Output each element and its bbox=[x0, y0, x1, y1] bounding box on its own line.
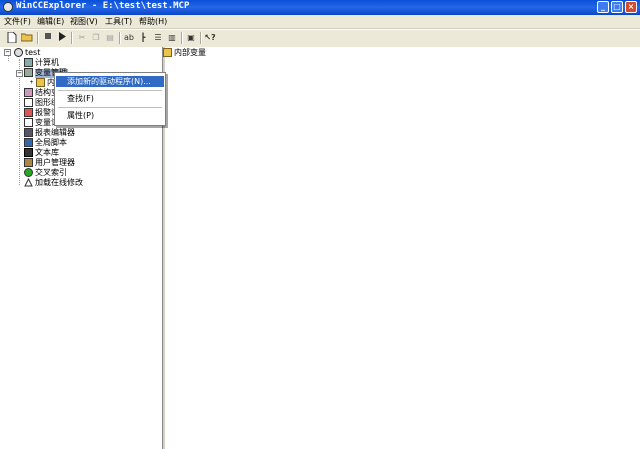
text-lib-icon bbox=[24, 148, 33, 157]
details-icon[interactable]: ▥ bbox=[166, 32, 178, 44]
user-icon bbox=[24, 158, 33, 167]
menu-bar: 文件(F) 编辑(E) 视图(V) 工具(T) 帮助(H) bbox=[0, 15, 640, 28]
tree-item-label: 报表编辑器 bbox=[35, 128, 75, 137]
tree-item-label: 用户管理器 bbox=[35, 158, 75, 167]
close-button[interactable]: × bbox=[625, 1, 637, 13]
context-menu: 添加新的驱动程序(N)... 查找(F) 属性(P) bbox=[54, 72, 166, 126]
tree-root-label: test bbox=[25, 48, 41, 57]
menu-edit[interactable]: 编辑(E) bbox=[37, 16, 64, 27]
new-icon[interactable] bbox=[6, 31, 18, 44]
copy-icon[interactable]: ❐ bbox=[90, 32, 102, 44]
menu-tools[interactable]: 工具(T) bbox=[105, 16, 132, 27]
script-icon bbox=[24, 138, 33, 147]
toolbar-separator bbox=[119, 32, 121, 44]
tree-line bbox=[19, 59, 20, 185]
content-pane: 内部变量 bbox=[163, 47, 640, 449]
toolbar-separator bbox=[181, 32, 183, 44]
struct-icon bbox=[24, 88, 33, 97]
tree-item-label: 加载在线修改 bbox=[35, 178, 83, 187]
tree-item-text-library[interactable]: 文本库 bbox=[24, 148, 59, 158]
collapse-icon[interactable]: − bbox=[16, 70, 23, 77]
menu-item-add-driver[interactable]: 添加新的驱动程序(N)... bbox=[56, 76, 164, 87]
help-icon[interactable]: ↖? bbox=[204, 32, 216, 44]
minimize-button[interactable]: _ bbox=[597, 1, 609, 13]
menu-item-label: 查找(F) bbox=[67, 94, 94, 103]
stop-icon[interactable] bbox=[42, 32, 54, 44]
menu-view[interactable]: 视图(V) bbox=[70, 16, 98, 27]
report-icon bbox=[24, 128, 33, 137]
tree-item-computer[interactable]: 计算机 bbox=[24, 58, 59, 68]
content-item-label: 内部变量 bbox=[174, 48, 206, 57]
tree-icon[interactable]: ┣ bbox=[137, 32, 149, 44]
menu-item-label: 属性(P) bbox=[67, 111, 95, 120]
window-title: WinCCExplorer - E:\test\test.MCP bbox=[16, 1, 190, 11]
toolbar-separator bbox=[200, 32, 202, 44]
tags-icon bbox=[24, 68, 33, 77]
tree-item-label: 全局脚本 bbox=[35, 138, 67, 147]
menu-item-find[interactable]: 查找(F) bbox=[56, 93, 164, 104]
tree-item-load-online-changes[interactable]: 加载在线修改 bbox=[24, 177, 83, 188]
expand-icon[interactable]: + bbox=[28, 80, 35, 87]
app-icon bbox=[3, 2, 13, 12]
internal-tag-icon bbox=[163, 48, 172, 57]
cut-icon[interactable]: ✂ bbox=[76, 32, 88, 44]
font-icon[interactable]: ab bbox=[123, 32, 135, 44]
toolbar: ✂ ❐ ▤ ab ┣ ☰ ▥ ▣ ↖? bbox=[0, 29, 640, 48]
maximize-button[interactable]: □ bbox=[611, 1, 623, 13]
tree-item-user-administrator[interactable]: 用户管理器 bbox=[24, 158, 75, 168]
properties-icon[interactable]: ▣ bbox=[185, 32, 197, 44]
run-icon[interactable] bbox=[56, 32, 68, 44]
menu-item-label: 添加新的驱动程序(N)... bbox=[67, 77, 151, 86]
tree-item-report-designer[interactable]: 报表编辑器 bbox=[24, 128, 75, 138]
internal-tag-icon bbox=[36, 78, 45, 87]
tree-root[interactable]: test bbox=[14, 48, 40, 58]
alarm-icon bbox=[24, 108, 33, 117]
tree-line bbox=[8, 56, 9, 61]
content-item-internal-tags[interactable]: 内部变量 bbox=[163, 48, 206, 58]
toolbar-separator bbox=[37, 32, 39, 44]
menu-item-properties[interactable]: 属性(P) bbox=[56, 110, 164, 121]
title-bar: WinCCExplorer - E:\test\test.MCP _ □ × bbox=[0, 0, 640, 15]
tag-log-icon bbox=[24, 118, 33, 127]
list-icon[interactable]: ☰ bbox=[152, 32, 164, 44]
tree-item-label: 文本库 bbox=[35, 148, 59, 157]
open-icon[interactable] bbox=[20, 32, 33, 44]
menu-file[interactable]: 文件(F) bbox=[4, 16, 31, 27]
cross-ref-icon bbox=[24, 168, 33, 177]
menu-separator bbox=[58, 107, 162, 108]
toolbar-separator bbox=[71, 32, 73, 44]
load-online-icon bbox=[24, 177, 33, 187]
menu-separator bbox=[58, 90, 162, 91]
graphics-icon bbox=[24, 98, 33, 107]
project-icon bbox=[14, 48, 23, 57]
paste-icon[interactable]: ▤ bbox=[104, 32, 116, 44]
computer-icon bbox=[24, 58, 33, 67]
tree-item-cross-reference[interactable]: 交叉索引 bbox=[24, 168, 67, 178]
menu-help[interactable]: 帮助(H) bbox=[139, 16, 167, 27]
tree-item-global-script[interactable]: 全局脚本 bbox=[24, 138, 67, 148]
collapse-icon[interactable]: − bbox=[4, 49, 11, 56]
tree-item-label: 交叉索引 bbox=[35, 168, 67, 177]
tree-item-label: 计算机 bbox=[35, 58, 59, 67]
